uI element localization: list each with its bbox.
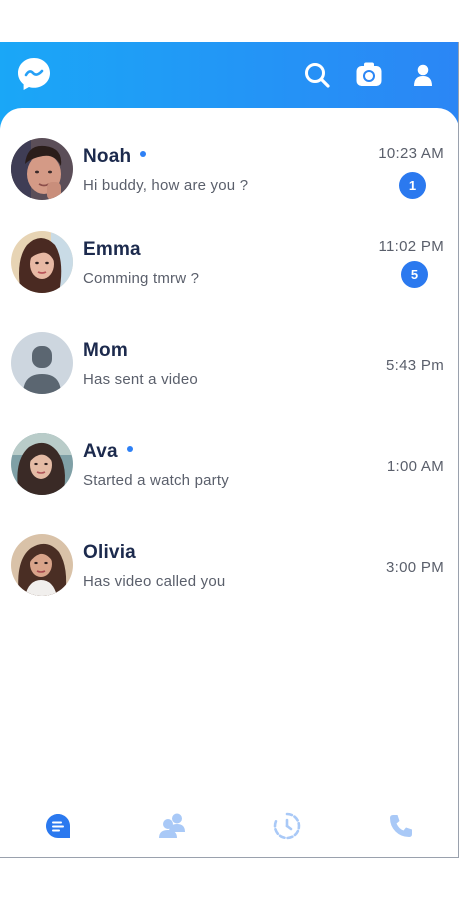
online-indicator: [126, 445, 133, 452]
calls-icon[interactable]: [384, 809, 418, 843]
message-time: 11:02 PM: [378, 238, 444, 255]
message-time: 10:23 AM: [378, 145, 444, 162]
last-message: Started a watch party: [83, 472, 229, 489]
people-icon[interactable]: [155, 809, 189, 843]
last-message: Has video called you: [83, 573, 226, 590]
contact-name: Ava: [83, 441, 133, 463]
avatar: [11, 138, 73, 200]
contact-name: Emma: [83, 239, 141, 260]
camera-icon[interactable]: [350, 56, 388, 94]
avatar: [11, 534, 73, 596]
contact-name: Olivia: [83, 542, 136, 563]
unread-badge: 5: [401, 261, 428, 288]
chat-item-emma[interactable]: Emma Comming tmrw ? 11:02 PM 5: [0, 231, 458, 321]
profile-icon[interactable]: [404, 56, 442, 94]
avatar: [11, 332, 73, 394]
chat-item-mom[interactable]: Mom Has sent a video 5:43 Pm: [0, 332, 458, 422]
contact-name: Noah: [83, 146, 147, 168]
search-icon[interactable]: [298, 56, 336, 94]
message-time: 3:00 PM: [386, 559, 444, 576]
bottom-navigation: [0, 809, 458, 843]
chat-item-noah[interactable]: Noah Hi buddy, how are you ? 10:23 AM 1: [0, 138, 458, 228]
app-window: Noah Hi buddy, how are you ? 10:23 AM 1: [0, 42, 459, 858]
stories-icon[interactable]: [270, 809, 304, 843]
messenger-logo-icon[interactable]: [16, 56, 52, 92]
chat-item-olivia[interactable]: Olivia Has video called you 3:00 PM: [0, 534, 458, 624]
message-time: 1:00 AM: [386, 458, 444, 475]
chat-list: Noah Hi buddy, how are you ? 10:23 AM 1: [0, 108, 458, 857]
chats-icon[interactable]: [41, 809, 75, 843]
avatar: [11, 433, 73, 495]
contact-name: Mom: [83, 340, 128, 361]
avatar: [11, 231, 73, 293]
last-message: Comming tmrw ?: [83, 270, 200, 287]
unread-badge: 1: [399, 172, 426, 199]
last-message: Has sent a video: [83, 371, 198, 388]
online-indicator: [140, 150, 147, 157]
last-message: Hi buddy, how are you ?: [83, 177, 249, 194]
chat-item-ava[interactable]: Ava Started a watch party 1:00 AM: [0, 433, 458, 523]
message-time: 5:43 Pm: [386, 357, 444, 374]
